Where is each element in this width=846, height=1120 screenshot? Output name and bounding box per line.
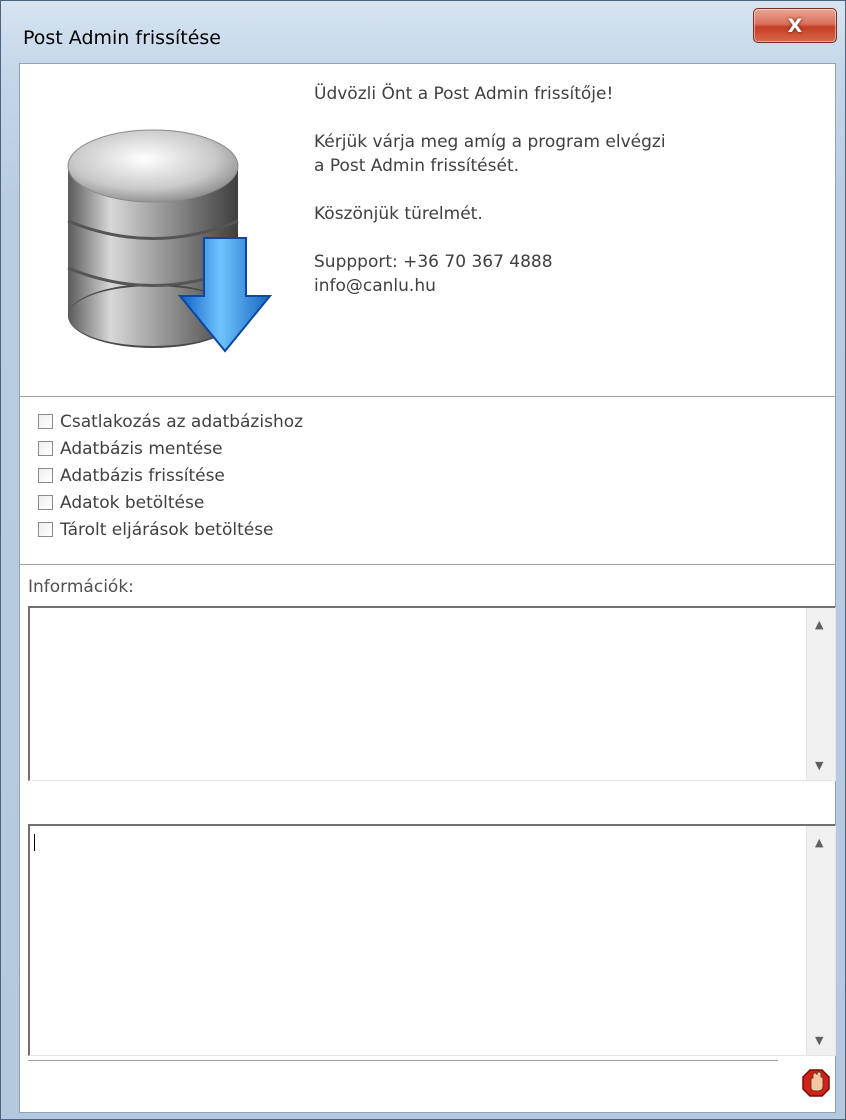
step-checkbox[interactable]	[38, 441, 53, 456]
welcome-banner: Üdvözli Önt a Post Admin frissítője! Kér…	[20, 64, 835, 395]
database-download-icon	[67, 129, 273, 353]
step-item: Csatlakozás az adatbázishoz	[38, 408, 303, 435]
step-label: Adatok betöltése	[60, 492, 205, 513]
scroll-down-icon[interactable]: ▼	[815, 1034, 823, 1047]
steps-divider	[20, 564, 835, 565]
info-textarea[interactable]: ▲ ▼	[28, 606, 836, 781]
window-title: Post Admin frissítése	[23, 27, 221, 49]
step-label: Adatbázis mentése	[60, 438, 223, 459]
status-divider	[28, 1060, 778, 1061]
stop-hand-icon[interactable]	[802, 1069, 830, 1097]
close-icon: X	[787, 14, 803, 37]
scroll-up-icon[interactable]: ▲	[815, 618, 823, 631]
text-caret	[34, 834, 35, 851]
scroll-up-icon[interactable]: ▲	[815, 836, 823, 849]
step-item: Tárolt eljárások betöltése	[38, 516, 303, 543]
progress-steps: Csatlakozás az adatbázishoz Adatbázis me…	[38, 408, 303, 543]
step-item: Adatbázis frissítése	[38, 462, 303, 489]
step-item: Adatbázis mentése	[38, 435, 303, 462]
step-label: Adatbázis frissítése	[60, 465, 225, 486]
banner-divider	[20, 396, 835, 397]
step-checkbox[interactable]	[38, 495, 53, 510]
step-checkbox[interactable]	[38, 468, 53, 483]
step-checkbox[interactable]	[38, 414, 53, 429]
update-dialog: Post Admin frissítése X Üdvözli Önt a Po…	[0, 0, 846, 1120]
title-bar[interactable]: Post Admin frissítése X	[1, 1, 846, 71]
welcome-message: Üdvözli Önt a Post Admin frissítője! Kér…	[314, 84, 666, 296]
log-textarea[interactable]: ▲ ▼	[28, 824, 836, 1056]
info-label: Információk:	[28, 577, 134, 597]
step-item: Adatok betöltése	[38, 489, 303, 516]
step-label: Csatlakozás az adatbázishoz	[60, 411, 304, 432]
dialog-content: Üdvözli Önt a Post Admin frissítője! Kér…	[19, 63, 836, 1113]
step-checkbox[interactable]	[38, 522, 53, 537]
close-button[interactable]: X	[753, 8, 837, 43]
log-scrollbar[interactable]: ▲ ▼	[806, 826, 835, 1055]
step-label: Tárolt eljárások betöltése	[60, 519, 274, 540]
info-scrollbar[interactable]: ▲ ▼	[806, 608, 835, 780]
scroll-down-icon[interactable]: ▼	[815, 759, 823, 772]
